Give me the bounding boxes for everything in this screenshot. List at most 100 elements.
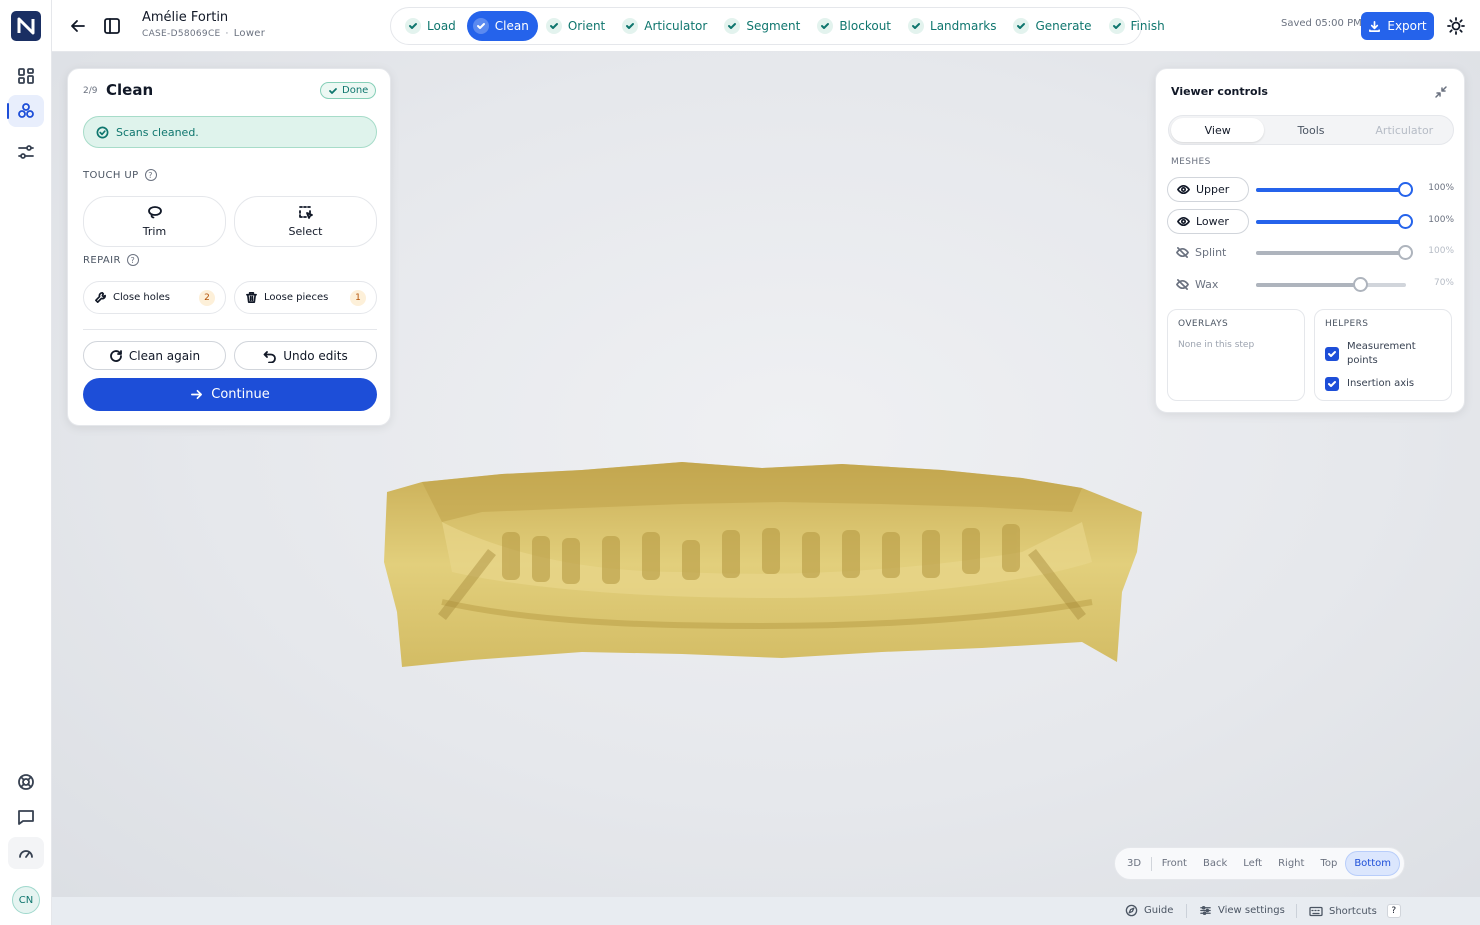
theme-toggle-button[interactable]: [1446, 16, 1466, 36]
overlays-empty-text: None in this step: [1178, 340, 1255, 350]
check-icon: [821, 23, 830, 29]
rail-workflow-button[interactable]: [7, 95, 44, 127]
count-badge: 2: [199, 289, 215, 306]
export-label: Export: [1387, 19, 1427, 33]
mesh-toggle-upper[interactable]: Upper: [1167, 177, 1249, 202]
step-label: Articulator: [644, 19, 708, 33]
guide-button[interactable]: Guide: [1125, 904, 1173, 917]
clean-again-button[interactable]: Clean again: [83, 341, 226, 370]
toggle-sidebar-button[interactable]: [102, 16, 122, 36]
top-bar: Amélie Fortin CASE-D58069CE · Lower Load Cl…: [52, 0, 1480, 52]
gauge-icon: [19, 850, 33, 858]
mesh-toggle-lower[interactable]: Lower: [1167, 209, 1249, 234]
mesh-toggle-splint[interactable]: Splint: [1167, 240, 1249, 265]
rail-settings-button[interactable]: [8, 136, 44, 168]
view-back-button[interactable]: Back: [1195, 851, 1235, 876]
overlays-label: OVERLAYS: [1178, 319, 1229, 329]
slider-knob[interactable]: [1398, 245, 1413, 260]
step-clean[interactable]: Clean: [466, 11, 538, 41]
trash-icon: [246, 292, 257, 303]
rail-performance-button[interactable]: [8, 837, 44, 869]
step-number: 2/9: [83, 86, 98, 96]
step-finish[interactable]: Finish: [1103, 11, 1174, 41]
repair-section-label: REPAIR ?: [83, 254, 139, 266]
opacity-value: 100%: [1428, 183, 1454, 193]
help-icon[interactable]: ?: [144, 169, 157, 181]
undo-icon: [263, 350, 277, 363]
step-landmarks[interactable]: Landmarks: [902, 11, 1005, 41]
slider-knob[interactable]: [1398, 182, 1413, 197]
grid-icon: [18, 68, 34, 84]
rail-dashboard-button[interactable]: [8, 60, 44, 92]
continue-button[interactable]: Continue: [83, 378, 377, 411]
arrow-left-icon: [71, 20, 85, 32]
tab-articulator: Articulator: [1375, 123, 1434, 137]
mesh-name: Splint: [1195, 246, 1227, 259]
save-status: Saved 05:00 PM: [1281, 18, 1362, 29]
step-label: Orient: [567, 19, 606, 33]
check-icon: [476, 23, 485, 29]
dental-scan-model[interactable]: [382, 412, 1147, 667]
view-front-button[interactable]: Front: [1154, 851, 1195, 876]
step-articulator[interactable]: Articulator: [616, 11, 716, 41]
view-right-button[interactable]: Right: [1270, 851, 1312, 876]
sun-icon: [1447, 17, 1465, 35]
mesh-name: Lower: [1196, 215, 1229, 228]
mesh-name: Wax: [1195, 278, 1219, 291]
slider-knob[interactable]: [1398, 214, 1413, 229]
case-id: CASE-D58069CE: [142, 29, 221, 39]
trim-button[interactable]: Trim: [83, 196, 226, 247]
back-button[interactable]: [68, 16, 88, 36]
rail-support-button[interactable]: [8, 766, 44, 798]
step-check: [1108, 18, 1125, 34]
tab-view[interactable]: View: [1171, 118, 1265, 142]
select-button[interactable]: Select: [234, 196, 377, 247]
step-label: Finish: [1130, 19, 1165, 33]
rail-feedback-button[interactable]: [8, 801, 44, 833]
eye-icon: [1177, 184, 1190, 195]
opacity-slider-wax[interactable]: [1256, 277, 1406, 292]
check-circle-icon: [96, 126, 109, 138]
meshes-section-label: MESHES: [1171, 157, 1211, 167]
arch-label: Lower: [233, 28, 266, 39]
check-icon: [1328, 381, 1336, 387]
eye-off-icon: [1176, 279, 1189, 290]
view-top-button[interactable]: Top: [1312, 851, 1345, 876]
undo-edits-button[interactable]: Undo edits: [234, 341, 377, 370]
help-icon[interactable]: ?: [126, 254, 139, 266]
step-segment[interactable]: Segment: [718, 11, 809, 41]
user-avatar[interactable]: CN: [12, 886, 40, 914]
insertion-axis-checkbox[interactable]: [1325, 377, 1339, 391]
app-logo[interactable]: [11, 11, 41, 41]
opacity-slider-upper[interactable]: [1256, 182, 1413, 197]
view-bottom-button[interactable]: Bottom: [1345, 851, 1400, 876]
measurement-points-checkbox[interactable]: [1325, 347, 1339, 361]
view-left-button[interactable]: Left: [1235, 851, 1270, 876]
slider-fill: [1256, 283, 1361, 287]
step-generate[interactable]: Generate: [1007, 11, 1100, 41]
step-blockout[interactable]: Blockout: [811, 11, 900, 41]
step-label: Clean: [494, 19, 529, 33]
shortcuts-button[interactable]: Shortcuts ?: [1309, 904, 1401, 918]
close-holes-button[interactable]: Close holes 2: [83, 281, 226, 314]
workflow-stepper: Load Clean Orient Articulator Segment Blockou…: [390, 7, 1165, 45]
helpers-box: HELPERS Measurement points Insertion axis: [1314, 309, 1452, 401]
divider: [83, 329, 377, 330]
collapse-panel-button[interactable]: [1434, 85, 1448, 99]
step-load[interactable]: Load: [399, 11, 465, 41]
slider-knob[interactable]: [1353, 277, 1368, 292]
tab-tools[interactable]: Tools: [1264, 118, 1357, 142]
step-panel: 2/9 Clean Done Scans cleaned. TOUCH UP ?…: [67, 68, 391, 426]
mesh-toggle-wax[interactable]: Wax: [1167, 272, 1249, 297]
check-icon: [329, 87, 337, 94]
opacity-slider-splint[interactable]: [1256, 245, 1413, 260]
overlays-box: OVERLAYS None in this step: [1167, 309, 1305, 401]
opacity-slider-lower[interactable]: [1256, 214, 1413, 229]
alert-text: Scans cleaned.: [116, 125, 199, 139]
step-orient[interactable]: Orient: [540, 11, 614, 41]
export-button[interactable]: Export: [1361, 12, 1434, 40]
view-settings-button[interactable]: View settings: [1199, 904, 1285, 917]
loose-pieces-button[interactable]: Loose pieces 1: [234, 281, 377, 314]
sliders-icon: [18, 145, 34, 159]
view-3d-button[interactable]: 3D: [1119, 851, 1149, 876]
